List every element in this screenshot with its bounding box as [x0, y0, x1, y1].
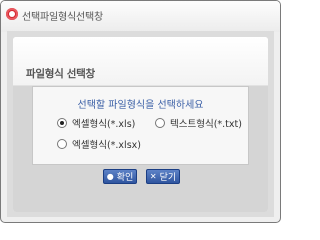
app-icon: [6, 8, 18, 20]
option-xls-label: 엑셀형식(*.xls): [72, 119, 136, 130]
option-txt[interactable]: 텍스트형식(*.txt): [155, 116, 242, 130]
option-xls[interactable]: 엑셀형식(*.xls): [57, 116, 135, 130]
x-icon: ✕: [149, 171, 157, 181]
option-xlsx[interactable]: 엑셀형식(*.xlsx): [57, 137, 141, 151]
format-selection-box: 선택할 파일형식을 선택하세요 엑셀형식(*.xls) 텍스트형식(*.txt)…: [32, 86, 249, 165]
radio-txt[interactable]: [155, 118, 165, 128]
radio-xlsx[interactable]: [57, 139, 67, 149]
circle-icon: ●: [106, 171, 114, 181]
window-title: 선택파일형식선택창: [22, 12, 103, 23]
close-button-label: 닫기: [159, 173, 177, 183]
ok-button-label: 확인: [116, 173, 134, 183]
option-txt-label: 텍스트형식(*.txt): [170, 119, 242, 130]
panel-title: 파일형식 선택창: [26, 68, 95, 80]
title-bar[interactable]: 선택파일형식선택창: [1, 1, 280, 32]
close-button[interactable]: ✕ 닫기: [146, 169, 180, 184]
instruction-text: 선택할 파일형식을 선택하세요: [77, 100, 204, 111]
option-xlsx-label: 엑셀형식(*.xlsx): [72, 140, 141, 151]
ok-button[interactable]: ● 확인: [103, 169, 137, 184]
radio-xls[interactable]: [57, 118, 67, 128]
